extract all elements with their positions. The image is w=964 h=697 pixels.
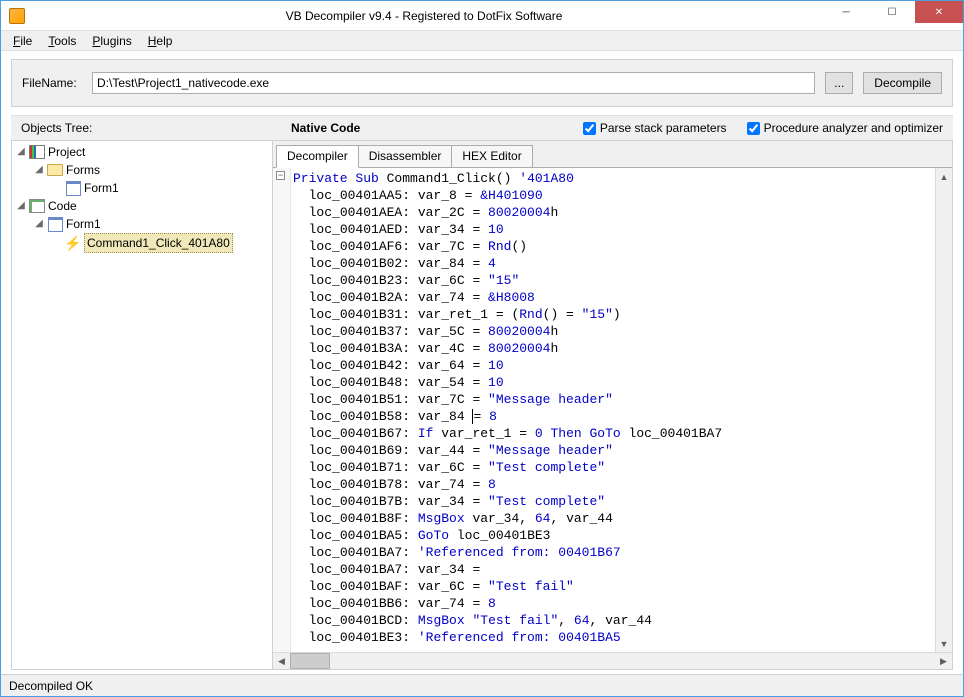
filename-panel: FileName: ... Decompile (11, 59, 953, 107)
code-gutter: − (273, 168, 291, 652)
tree-label: Project (48, 143, 85, 161)
right-panel: Decompiler Disassembler HEX Editor − Pri… (273, 141, 953, 670)
parse-stack-checkbox[interactable]: Parse stack parameters (583, 121, 727, 135)
filename-input[interactable] (92, 72, 815, 94)
browse-button[interactable]: ... (825, 72, 853, 94)
parse-stack-input[interactable] (583, 122, 596, 135)
decompile-button[interactable]: Decompile (863, 72, 942, 94)
collapse-icon[interactable]: ◢ (34, 215, 44, 233)
app-icon (9, 8, 25, 24)
tree-label: Form1 (84, 179, 119, 197)
window-title: VB Decompiler v9.4 - Registered to DotFi… (25, 9, 823, 23)
menubar: File Tools Plugins Help (1, 31, 963, 51)
code-view[interactable]: Private Sub Command1_Click() '401A80 loc… (291, 168, 935, 652)
statusbar: Decompiled OK (1, 674, 963, 696)
tab-disassembler[interactable]: Disassembler (358, 145, 453, 168)
objects-tree[interactable]: ◢ Project ◢ Forms (11, 141, 273, 670)
tree-node-form1[interactable]: Form1 (52, 179, 270, 197)
native-code-label: Native Code (291, 121, 360, 135)
form-icon (47, 216, 63, 232)
event-icon: ⚡ (65, 235, 81, 251)
tree-node-forms[interactable]: ◢ Forms (34, 161, 270, 179)
proc-analyzer-checkbox[interactable]: Procedure analyzer and optimizer (747, 121, 943, 135)
project-icon (29, 144, 45, 160)
tab-hexeditor[interactable]: HEX Editor (451, 145, 532, 168)
objects-tree-label: Objects Tree: (21, 121, 291, 135)
titlebar: VB Decompiler v9.4 - Registered to DotFi… (1, 1, 963, 31)
collapse-icon[interactable]: ◢ (16, 197, 26, 215)
status-text: Decompiled OK (9, 679, 93, 693)
menu-plugins[interactable]: Plugins (84, 32, 139, 50)
scroll-down-icon[interactable]: ▼ (936, 635, 952, 652)
menu-help[interactable]: Help (140, 32, 181, 50)
close-button[interactable]: ✕ (915, 1, 963, 23)
collapse-icon[interactable]: ◢ (16, 143, 26, 161)
fold-icon[interactable]: − (276, 171, 285, 180)
options-row: Objects Tree: Native Code Parse stack pa… (11, 115, 953, 141)
tree-label: Code (48, 197, 77, 215)
folder-icon (47, 162, 63, 178)
proc-analyzer-label: Procedure analyzer and optimizer (764, 121, 943, 135)
tree-label: Form1 (66, 215, 101, 233)
filename-label: FileName: (22, 76, 82, 90)
form-icon (65, 180, 81, 196)
tree-node-code[interactable]: ◢ Code (16, 197, 270, 215)
tree-node-command1[interactable]: ⚡ Command1_Click_401A80 (52, 233, 270, 253)
tree-node-form1-code[interactable]: ◢ Form1 (34, 215, 270, 233)
parse-stack-label: Parse stack parameters (600, 121, 727, 135)
scroll-up-icon[interactable]: ▲ (936, 168, 952, 185)
proc-analyzer-input[interactable] (747, 122, 760, 135)
menu-file[interactable]: File (5, 32, 40, 50)
code-icon (29, 198, 45, 214)
maximize-button[interactable]: ☐ (869, 1, 915, 23)
scroll-thumb[interactable] (290, 653, 330, 669)
vertical-scrollbar[interactable]: ▲ ▼ (935, 168, 952, 652)
horizontal-scrollbar[interactable]: ◀ ▶ (273, 652, 952, 669)
scroll-left-icon[interactable]: ◀ (273, 653, 290, 669)
window-controls: ─ ☐ ✕ (823, 1, 963, 30)
tab-decompiler[interactable]: Decompiler (276, 145, 359, 168)
menu-tools[interactable]: Tools (40, 32, 84, 50)
collapse-icon[interactable]: ◢ (34, 161, 44, 179)
tabs: Decompiler Disassembler HEX Editor (273, 141, 952, 167)
tree-label: Forms (66, 161, 100, 179)
minimize-button[interactable]: ─ (823, 1, 869, 23)
tree-label-selected: Command1_Click_401A80 (84, 233, 233, 253)
tree-node-project[interactable]: ◢ Project (16, 143, 270, 161)
scroll-right-icon[interactable]: ▶ (935, 653, 952, 669)
